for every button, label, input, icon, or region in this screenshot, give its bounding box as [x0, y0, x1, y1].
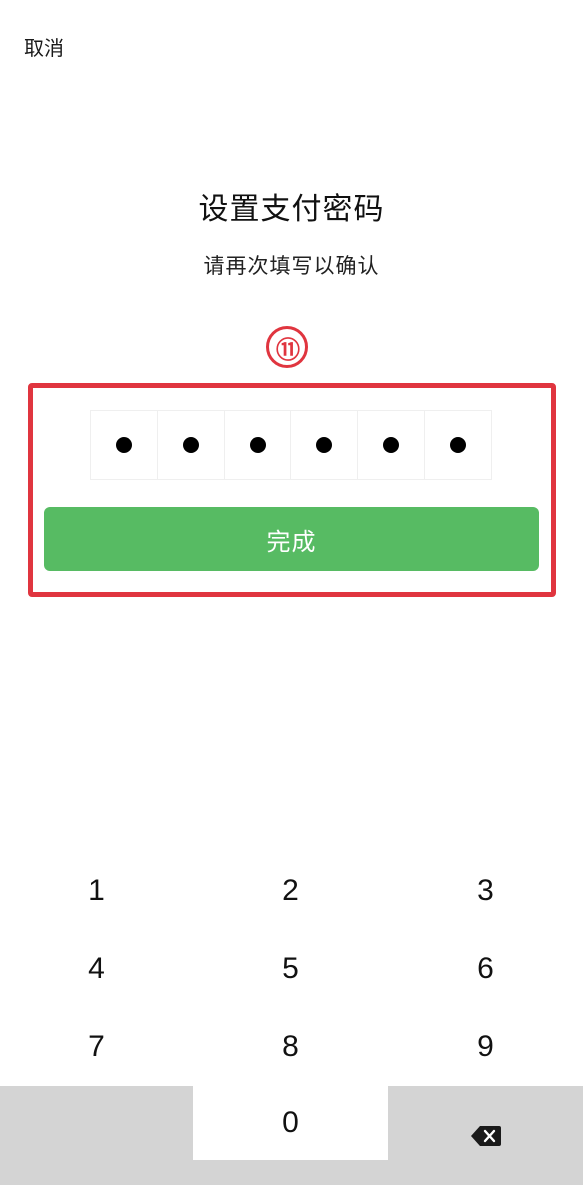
- pin-dot-icon: [249, 437, 266, 453]
- key-blank: [0, 1086, 193, 1185]
- pin-cell: [425, 411, 492, 479]
- cancel-button[interactable]: 取消: [24, 32, 64, 61]
- key-7[interactable]: 7: [0, 1008, 193, 1086]
- key-5[interactable]: 5: [193, 930, 388, 1008]
- pin-dot-icon: [316, 437, 333, 453]
- pin-cell: [291, 411, 359, 479]
- pin-dot-icon: [450, 437, 467, 453]
- key-8[interactable]: 8: [193, 1008, 388, 1086]
- pin-dot-icon: [383, 437, 400, 453]
- page-title: 设置支付密码: [198, 192, 385, 227]
- pin-cell: [91, 411, 158, 479]
- key-3[interactable]: 3: [388, 852, 583, 930]
- key-4[interactable]: 4: [0, 930, 193, 1008]
- password-input[interactable]: [90, 410, 492, 480]
- pin-cell: [158, 411, 225, 479]
- pin-cell: [225, 411, 292, 479]
- key-2[interactable]: 2: [193, 852, 388, 930]
- key-6[interactable]: 6: [388, 930, 583, 1008]
- delete-key[interactable]: [388, 1086, 583, 1185]
- delete-icon: [470, 1125, 501, 1146]
- done-button[interactable]: 完成: [44, 507, 539, 571]
- keypad-bottom-bar: [193, 1160, 388, 1185]
- pin-dot-icon: [182, 437, 199, 453]
- key-9[interactable]: 9: [388, 1008, 583, 1086]
- pin-cell: [358, 411, 426, 479]
- key-1[interactable]: 1: [0, 852, 193, 930]
- key-0[interactable]: 0: [193, 1086, 388, 1160]
- numeric-keypad: 1 2 3 4 5 6 7 8 9 0: [0, 852, 583, 1185]
- step-marker-badge: ⑪: [266, 326, 308, 368]
- pin-dot-icon: [115, 437, 132, 453]
- page-subtitle: 请再次填写以确认: [203, 254, 380, 278]
